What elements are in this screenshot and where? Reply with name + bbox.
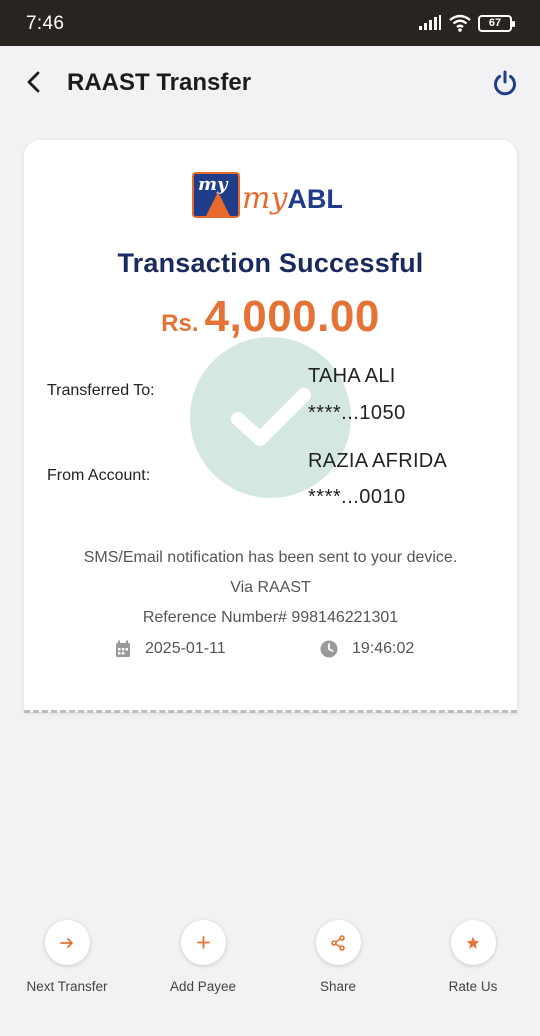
add-payee-label: Add Payee xyxy=(169,979,237,994)
reference-number: Reference Number# 998146221301 xyxy=(142,609,399,626)
app-header: RAAST Transfer xyxy=(0,46,540,122)
star-icon xyxy=(466,936,480,949)
myabl-logo: my myABL xyxy=(192,170,352,224)
from-account-number: ****...0010 xyxy=(308,486,406,508)
success-title: Transaction Successful xyxy=(117,248,424,278)
signal-icon xyxy=(419,15,441,30)
next-transfer-button[interactable]: Next Transfer xyxy=(2,920,132,994)
receipt-card: my myABL Transaction Successful Rs. 4,000… xyxy=(24,140,517,712)
chevron-left-icon xyxy=(27,71,40,93)
logo-wordmark: myABL xyxy=(242,181,343,216)
transaction-time: 19:46:02 xyxy=(352,640,415,657)
amount-currency: Rs. xyxy=(161,310,199,337)
logo-badge: my xyxy=(192,172,240,218)
back-button[interactable] xyxy=(18,66,50,98)
status-icons: 67 xyxy=(418,14,515,32)
transferred-to-account: ****...1050 xyxy=(308,402,406,424)
share-label: Share xyxy=(319,979,357,994)
next-transfer-circle xyxy=(44,920,90,965)
receipt-tear-edge xyxy=(24,709,517,713)
amount: Rs. 4,000.00 xyxy=(24,292,517,342)
add-payee-button[interactable]: Add Payee xyxy=(138,920,268,994)
amount-value: 4,000.00 xyxy=(204,292,380,341)
rate-us-label: Rate Us xyxy=(448,979,498,994)
checkmark-icon xyxy=(230,387,311,446)
add-payee-circle xyxy=(180,920,226,965)
rate-us-circle xyxy=(450,920,496,965)
share-circle xyxy=(315,920,361,965)
share-button[interactable]: Share xyxy=(273,920,403,994)
arrow-right-icon xyxy=(60,937,73,948)
calendar-icon xyxy=(116,640,130,657)
logo-a-shape xyxy=(206,192,230,216)
from-account-name: RAZIA AFRIDA xyxy=(308,450,448,472)
from-account-label: From Account: xyxy=(47,467,151,484)
date-row: 2025-01-11 xyxy=(115,640,226,658)
transferred-to-label: Transferred To: xyxy=(47,382,155,399)
logo-abl: ABL xyxy=(287,184,343,214)
battery-icon: 67 xyxy=(478,14,515,32)
transferred-to-name: TAHA ALI xyxy=(308,365,396,387)
plus-icon xyxy=(196,936,210,949)
wifi-icon xyxy=(449,14,471,32)
battery-level: 67 xyxy=(488,17,502,29)
status-bar: 7:46 67 xyxy=(0,0,540,46)
notification-text: SMS/Email notification has been sent to … xyxy=(83,549,458,566)
logout-button[interactable] xyxy=(488,66,522,100)
status-time: 7:46 xyxy=(26,13,65,34)
clock-icon xyxy=(320,640,338,658)
transaction-date: 2025-01-11 xyxy=(145,640,226,657)
action-bar: Next Transfer Add Payee Share Rate Us xyxy=(0,920,540,1010)
logo-my: my xyxy=(242,181,288,216)
share-icon xyxy=(331,934,345,951)
page-title: RAAST Transfer xyxy=(67,69,252,96)
rate-us-button[interactable]: Rate Us xyxy=(408,920,538,994)
time-row: 19:46:02 xyxy=(320,640,414,658)
next-transfer-label: Next Transfer xyxy=(26,979,108,994)
via-text: Via RAAST xyxy=(230,579,311,596)
power-icon xyxy=(494,70,516,96)
